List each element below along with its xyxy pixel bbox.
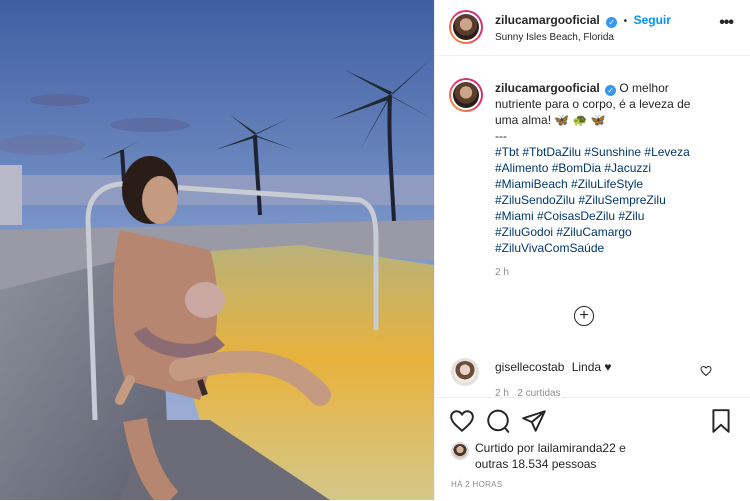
post-header: zilucamargooficial ✓ • Seguir Sunny Isle… [435,0,750,56]
commenter-avatar[interactable] [451,358,479,386]
hashtag-line[interactable]: #ZiluSendoZilu #ZiluSempreZilu [495,192,741,208]
comment-like-heart-icon[interactable] [700,365,712,377]
caption-separator: --- [495,129,507,143]
likes-prefix: Curtido por [475,441,535,455]
comment-bubble-icon[interactable] [485,408,511,434]
caption-time: 2 h [495,267,509,278]
hashtag-line[interactable]: #Miami #CoisasDeZilu #Zilu [495,208,741,224]
comment-text: Linda ♥ [571,360,612,374]
post-actions: Curtido por lailamiranda22 e outras 18.5… [435,397,750,501]
hashtag-line[interactable]: #ZiluVivaComSaúde [495,240,741,256]
pool-photo-image [0,0,434,500]
likes-conjunction: e [619,441,626,455]
likes-summary: Curtido por lailamiranda22 e outras 18.5… [475,440,626,472]
commenter-username[interactable]: gisellecostab [495,360,564,374]
post-timestamp: HÁ 2 HORAS [451,480,503,489]
author-avatar[interactable] [449,10,483,44]
hashtag-line[interactable]: #MiamiBeach #ZiluLifeStyle [495,176,741,192]
likes-others[interactable]: outras 18.534 pessoas [475,456,626,472]
hashtag-line[interactable]: #ZiluGodoi #ZiluCamargo [495,224,741,240]
post-photo[interactable] [0,0,434,500]
caption-line-1: O melhor [619,81,669,95]
save-bookmark-icon[interactable] [708,408,734,434]
comment-item: gisellecostab Linda ♥ [495,360,612,374]
verified-badge-icon: ✓ [606,17,618,28]
more-options-icon[interactable]: ••• [719,14,734,32]
hashtag-line[interactable]: #Tbt #TbtDaZilu #Sunshine #Leveza [495,144,741,160]
follow-button[interactable]: Seguir [634,13,671,27]
post-sidebar: zilucamargooficial ✓ • Seguir Sunny Isle… [434,0,750,501]
hashtag-line[interactable]: #Alimento #BomDia #Jacuzzi [495,160,741,176]
load-more-comments-icon[interactable]: + [574,306,594,326]
liker-username[interactable]: lailamiranda22 [538,441,616,455]
share-direct-icon[interactable] [521,408,547,434]
caption-username[interactable]: zilucamargooficial [495,81,600,95]
liker-avatar[interactable] [451,442,469,460]
verified-badge-icon: ✓ [605,85,617,96]
follow-separator: • [623,16,628,27]
caption-avatar[interactable] [449,78,483,112]
author-username[interactable]: zilucamargooficial [495,13,600,27]
post-location[interactable]: Sunny Isles Beach, Florida [495,32,614,43]
caption-line-3: uma alma! 🦋 🐢 🦋 [495,113,606,127]
caption-line-2: nutriente para o corpo, é a leveza de [495,97,691,111]
post-caption: zilucamargooficial ✓ O melhor nutriente … [495,80,741,281]
like-heart-icon[interactable] [449,408,475,434]
